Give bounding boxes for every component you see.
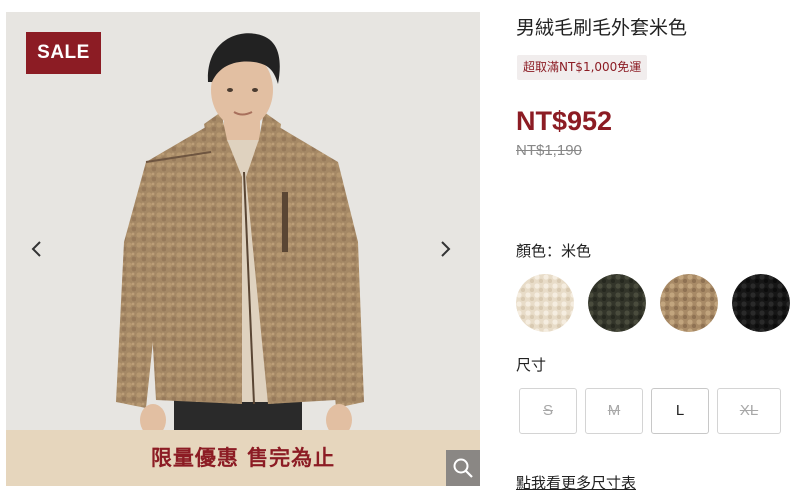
size-option-xl[interactable]: XL bbox=[717, 388, 781, 434]
size-option-l[interactable]: L bbox=[651, 388, 709, 434]
shipping-tag: 超取滿NT$1,000免運 bbox=[517, 55, 648, 80]
size-option-m[interactable]: M bbox=[585, 388, 643, 434]
product-gallery: SALE 限量優惠 售完為止 bbox=[6, 12, 480, 486]
sale-badge: SALE bbox=[26, 32, 101, 74]
product-title: 男絨毛刷毛外套米色 bbox=[516, 17, 688, 39]
product-info: 男絨毛刷毛外套米色 超取滿NT$1,000免運 NT$952 NT$1,190 … bbox=[516, 0, 800, 496]
next-image-button[interactable] bbox=[430, 234, 460, 264]
zoom-button[interactable] bbox=[446, 450, 480, 486]
chevron-left-icon bbox=[31, 241, 41, 257]
color-label: 顏色：米色 bbox=[516, 242, 592, 260]
promo-banner: 限量優惠 售完為止 bbox=[6, 430, 480, 486]
color-swatch-beige[interactable] bbox=[660, 274, 718, 332]
product-photo bbox=[6, 12, 480, 486]
size-option-s[interactable]: S bbox=[519, 388, 577, 434]
search-icon bbox=[453, 458, 473, 478]
color-swatch-cream[interactable] bbox=[516, 274, 574, 332]
original-price: NT$1,190 bbox=[516, 142, 582, 159]
size-chart-link[interactable]: 點我看更多尺寸表 bbox=[516, 472, 636, 493]
prev-image-button[interactable] bbox=[22, 234, 52, 264]
color-swatch-olive[interactable] bbox=[588, 274, 646, 332]
chevron-right-icon bbox=[441, 241, 451, 257]
color-swatch-black[interactable] bbox=[732, 274, 790, 332]
size-label: 尺寸 bbox=[516, 356, 547, 374]
sale-price: NT$952 bbox=[516, 106, 613, 136]
